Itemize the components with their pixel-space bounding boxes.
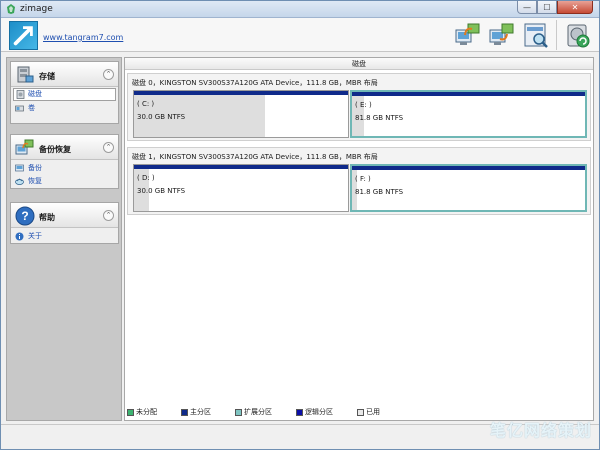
- partition-c-info: 30.0 GB NTFS: [137, 113, 186, 121]
- disk-1-label: 磁盘 1，KINGSTON SV300S37A120G ATA Device，1…: [132, 153, 378, 161]
- sidebar: 存储 ⌃ 磁盘 卷 备份恢复 ⌃ 备份 恢复 ? 帮助 ⌃ 关于: [6, 57, 122, 421]
- restore-icon: [489, 23, 513, 45]
- backup-panel: 备份恢复 ⌃ 备份 恢复: [10, 134, 119, 189]
- disk-0-label: 磁盘 0，KINGSTON SV300S37A120G ATA Device，1…: [132, 79, 378, 87]
- minimize-button[interactable]: —: [517, 1, 537, 14]
- sidebar-item-backup-label: 备份: [28, 164, 42, 172]
- legend-primary: 主分区: [181, 407, 211, 417]
- primary-partition-bar: [134, 165, 348, 169]
- sidebar-item-restore[interactable]: 恢复: [11, 175, 118, 188]
- toolbar-separator: [556, 20, 557, 50]
- help-panel-header[interactable]: ? 帮助 ⌃: [11, 203, 118, 228]
- help-panel: ? 帮助 ⌃ 关于: [10, 202, 119, 244]
- partition-e-letter: ( E: ): [355, 101, 372, 109]
- partition-c[interactable]: ( C: ) 30.0 GB NTFS: [133, 90, 349, 138]
- legend-label: 扩展分区: [244, 408, 272, 416]
- window-title: zimage: [20, 4, 53, 14]
- sidebar-item-about[interactable]: 关于: [11, 230, 118, 243]
- disk-view-header: 磁盘: [125, 58, 593, 70]
- legend-swatch: [296, 408, 303, 416]
- legend-swatch: [181, 408, 188, 416]
- app-icon: [7, 4, 15, 14]
- storage-icon: [17, 66, 34, 83]
- minimize-icon: —: [523, 2, 531, 12]
- partition-d-info: 30.0 GB NTFS: [137, 187, 186, 195]
- legend-used: 已用: [357, 407, 380, 417]
- storage-panel: 存储 ⌃ 磁盘 卷: [10, 61, 119, 124]
- partition-f-info: 81.8 GB NTFS: [355, 188, 404, 196]
- backup-restore-icon: [15, 139, 34, 155]
- title-bar: zimage — ☐ ✕: [1, 1, 599, 18]
- app-header: www.tangram7.com: [1, 18, 599, 52]
- toolbar-refresh-button[interactable]: [562, 20, 593, 50]
- volume-icon: [15, 105, 24, 112]
- partition-e-info: 81.8 GB NTFS: [355, 114, 404, 122]
- legend-label: 主分区: [190, 408, 211, 416]
- partition-c-letter: ( C: ): [137, 100, 155, 108]
- info-icon: [15, 232, 24, 241]
- backup-icon: [15, 164, 24, 172]
- toolbar-search-button[interactable]: [520, 20, 551, 50]
- toolbar-backup-button[interactable]: [452, 20, 483, 50]
- collapse-icon[interactable]: ⌃: [103, 210, 114, 221]
- legend-swatch: [127, 408, 134, 416]
- legend-logical: 逻辑分区: [296, 407, 333, 417]
- maximize-button[interactable]: ☐: [537, 1, 557, 14]
- legend-label: 逻辑分区: [305, 408, 333, 416]
- close-icon: ✕: [571, 2, 579, 12]
- maximize-icon: ☐: [543, 2, 551, 12]
- disk-1-row[interactable]: 磁盘 1，KINGSTON SV300S37A120G ATA Device，1…: [127, 147, 591, 215]
- sidebar-item-backup[interactable]: 备份: [11, 162, 118, 175]
- partition-d[interactable]: ( D: ) 30.0 GB NTFS: [133, 164, 349, 212]
- backup-icon: [455, 23, 479, 45]
- backup-panel-header[interactable]: 备份恢复 ⌃: [11, 135, 118, 160]
- svg-text:?: ?: [21, 209, 28, 223]
- storage-panel-header[interactable]: 存储 ⌃: [11, 62, 118, 87]
- toolbar-restore-button[interactable]: [486, 20, 517, 50]
- legend-label: 已用: [366, 408, 380, 416]
- logical-partition-bar: [352, 92, 585, 96]
- logical-partition-bar: [352, 166, 585, 170]
- storage-panel-title: 存储: [39, 72, 55, 81]
- refresh-disk-icon: [567, 24, 589, 48]
- disk-search-icon: [524, 23, 548, 48]
- help-icon: ?: [15, 206, 35, 226]
- disk-0-row[interactable]: 磁盘 0，KINGSTON SV300S37A120G ATA Device，1…: [127, 73, 591, 141]
- help-panel-title: 帮助: [39, 213, 55, 222]
- disk-view: 磁盘 磁盘 0，KINGSTON SV300S37A120G ATA Devic…: [124, 57, 594, 421]
- sidebar-item-about-label: 关于: [28, 232, 42, 240]
- legend-extended: 扩展分区: [235, 407, 272, 417]
- collapse-icon[interactable]: ⌃: [103, 69, 114, 80]
- sidebar-item-disk-label: 磁盘: [28, 90, 42, 98]
- close-button[interactable]: ✕: [557, 1, 593, 14]
- legend-label: 未分配: [136, 408, 157, 416]
- legend-unallocated: 未分配: [127, 407, 157, 417]
- legend-swatch: [235, 408, 242, 416]
- partition-f[interactable]: ( F: ) 81.8 GB NTFS: [350, 164, 587, 212]
- partition-e[interactable]: ( E: ) 81.8 GB NTFS: [350, 90, 587, 138]
- watermark-text: 笔亿网络策划: [489, 421, 592, 440]
- toolbar: [452, 20, 593, 50]
- window-controls: — ☐ ✕: [517, 1, 593, 16]
- collapse-icon[interactable]: ⌃: [103, 142, 114, 153]
- sidebar-item-volume-label: 卷: [28, 104, 35, 112]
- website-link[interactable]: www.tangram7.com: [43, 33, 123, 42]
- partition-f-letter: ( F: ): [355, 175, 371, 183]
- sidebar-item-disk[interactable]: 磁盘: [13, 88, 116, 101]
- sidebar-item-volume[interactable]: 卷: [11, 102, 118, 115]
- backup-panel-title: 备份恢复: [39, 145, 71, 154]
- app-window: zimage — ☐ ✕ www.tangram7.com 存储 ⌃ 磁盘 卷 …: [0, 0, 600, 450]
- tangram-logo: [9, 21, 38, 50]
- legend-swatch: [357, 408, 364, 416]
- sidebar-item-restore-label: 恢复: [28, 177, 42, 185]
- restore-icon: [15, 178, 24, 185]
- partition-d-letter: ( D: ): [137, 174, 155, 182]
- disk-icon: [16, 90, 25, 99]
